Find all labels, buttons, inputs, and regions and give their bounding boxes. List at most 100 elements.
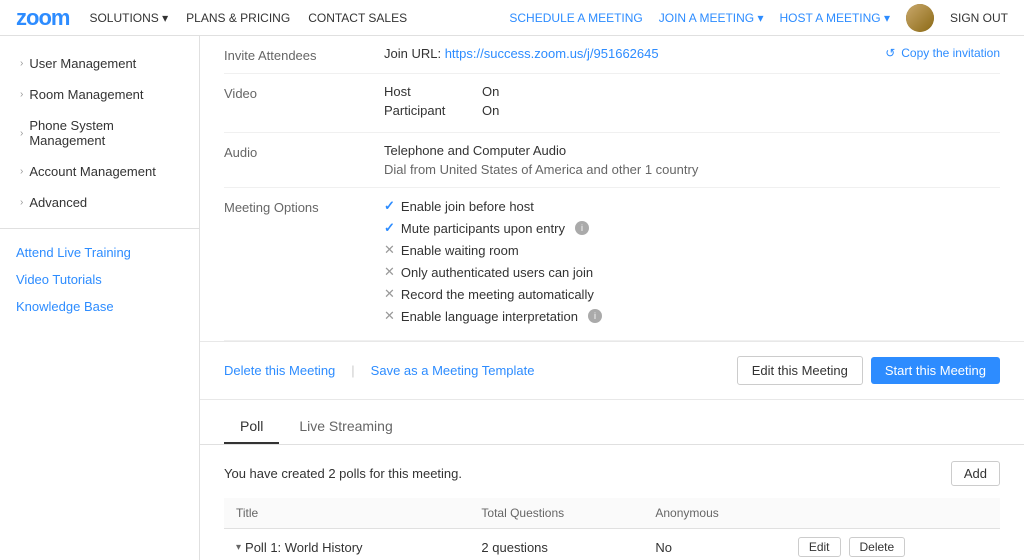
- chevron-icon: ›: [20, 89, 23, 100]
- poll-chevron-icon: ▾: [236, 542, 241, 553]
- nav-solutions[interactable]: SOLUTIONS ▾: [89, 11, 168, 25]
- tab-poll-label: Poll: [240, 418, 263, 434]
- audio-row: Audio Telephone and Computer Audio Dial …: [224, 133, 1000, 188]
- option-row-4: ✕ Record the meeting automatically: [384, 286, 1000, 302]
- audio-label: Audio: [224, 143, 384, 160]
- tab-live-streaming[interactable]: Live Streaming: [283, 408, 408, 444]
- poll-title-label: ▾ Poll 1: World History: [236, 540, 457, 555]
- chevron-icon: ›: [20, 166, 23, 177]
- participant-label: Participant: [384, 103, 474, 118]
- poll-table-body: ▾ Poll 1: World History 2 questions No E…: [224, 529, 1000, 560]
- copy-icon: ↺: [885, 46, 895, 60]
- chevron-icon: ›: [20, 58, 23, 69]
- col-title: Title: [224, 498, 469, 529]
- nav-host-meeting[interactable]: HOST A MEETING ▾: [779, 11, 890, 25]
- nav-schedule-meeting[interactable]: SCHEDULE A MEETING: [509, 11, 642, 25]
- edit-meeting-button[interactable]: Edit this Meeting: [737, 356, 863, 385]
- poll-title-text: Poll 1: World History: [245, 540, 363, 555]
- separator: |: [351, 363, 354, 378]
- nav-join-meeting[interactable]: JOIN A MEETING ▾: [659, 11, 764, 25]
- info-icon-1[interactable]: i: [575, 221, 589, 235]
- join-url-container: Join URL: https://success.zoom.us/j/9516…: [384, 46, 885, 61]
- host-value: On: [482, 84, 499, 99]
- host-video-row: Host On: [384, 84, 1000, 99]
- top-nav: zoom SOLUTIONS ▾ PLANS & PRICING CONTACT…: [0, 0, 1024, 36]
- join-url-prefix: Join URL:: [384, 46, 445, 61]
- video-label: Video: [224, 84, 384, 101]
- option-row-5: ✕ Enable language interpretation i: [384, 308, 1000, 324]
- meeting-options-values: ✓ Enable join before host ✓ Mute partici…: [384, 198, 1000, 330]
- video-row: Video Host On Participant On: [224, 74, 1000, 133]
- col-actions: [786, 498, 1000, 529]
- sidebar-label: Room Management: [29, 87, 143, 102]
- poll-delete-button[interactable]: Delete: [849, 537, 906, 557]
- meeting-details-table: Invite Attendees Join URL: https://succe…: [200, 36, 1024, 341]
- sidebar-link-live-training[interactable]: Attend Live Training: [0, 239, 199, 266]
- option-label-4: Record the meeting automatically: [401, 287, 594, 302]
- tab-poll[interactable]: Poll: [224, 408, 279, 444]
- option-label-1: Mute participants upon entry: [401, 221, 565, 236]
- info-icon-5[interactable]: i: [588, 309, 602, 323]
- sidebar-item-user-management[interactable]: › User Management: [0, 48, 199, 79]
- meeting-options-row: Meeting Options ✓ Enable join before hos…: [224, 188, 1000, 341]
- dial-from: Dial from United States of America and o…: [384, 162, 1000, 177]
- invite-attendees-row: Invite Attendees Join URL: https://succe…: [224, 36, 1000, 74]
- option-row-2: ✕ Enable waiting room: [384, 242, 1000, 258]
- meeting-options-label: Meeting Options: [224, 198, 384, 215]
- tab-live-streaming-label: Live Streaming: [299, 418, 392, 434]
- nav-links: SOLUTIONS ▾ PLANS & PRICING CONTACT SALE…: [89, 11, 407, 25]
- main-content: Invite Attendees Join URL: https://succe…: [200, 36, 1024, 560]
- save-template-button[interactable]: Save as a Meeting Template: [371, 363, 535, 378]
- sidebar-item-room-management[interactable]: › Room Management: [0, 79, 199, 110]
- nav-plans-pricing[interactable]: PLANS & PRICING: [186, 11, 290, 25]
- sign-out-button[interactable]: SIGN OUT: [950, 11, 1008, 25]
- poll-row-actions: Edit Delete: [798, 537, 988, 557]
- audio-type: Telephone and Computer Audio: [384, 143, 1000, 158]
- sidebar-label: User Management: [29, 56, 136, 71]
- x-icon-4: ✕: [384, 286, 395, 302]
- poll-row-0: ▾ Poll 1: World History 2 questions No E…: [224, 529, 1000, 560]
- avatar[interactable]: [906, 4, 934, 32]
- poll-title-cell: ▾ Poll 1: World History: [224, 529, 469, 560]
- sidebar-label: Advanced: [29, 195, 87, 210]
- copy-invitation-button[interactable]: ↺ Copy the invitation: [885, 46, 1000, 60]
- option-row-0: ✓ Enable join before host: [384, 198, 1000, 214]
- option-label-0: Enable join before host: [401, 199, 534, 214]
- option-label-2: Enable waiting room: [401, 243, 519, 258]
- option-row-3: ✕ Only authenticated users can join: [384, 264, 1000, 280]
- sidebar-link-video-tutorials[interactable]: Video Tutorials: [0, 266, 199, 293]
- add-poll-button[interactable]: Add: [951, 461, 1000, 486]
- participant-value: On: [482, 103, 499, 118]
- sidebar-item-account-management[interactable]: › Account Management: [0, 156, 199, 187]
- poll-anonymous-cell: No: [643, 529, 785, 560]
- option-row-1: ✓ Mute participants upon entry i: [384, 220, 1000, 236]
- poll-table-head: Title Total Questions Anonymous: [224, 498, 1000, 529]
- col-anonymous: Anonymous: [643, 498, 785, 529]
- sidebar-label: Phone System Management: [29, 118, 183, 148]
- start-meeting-button[interactable]: Start this Meeting: [871, 357, 1000, 384]
- option-label-5: Enable language interpretation: [401, 309, 578, 324]
- poll-table-header-row: Title Total Questions Anonymous: [224, 498, 1000, 529]
- sidebar-item-phone-system[interactable]: › Phone System Management: [0, 110, 199, 156]
- join-url-link[interactable]: https://success.zoom.us/j/951662645: [445, 46, 659, 61]
- sidebar-link-knowledge-base[interactable]: Knowledge Base: [0, 293, 199, 320]
- poll-table: Title Total Questions Anonymous ▾ Poll 1…: [224, 498, 1000, 560]
- copy-invitation-label: Copy the invitation: [901, 46, 1000, 60]
- chevron-icon: ›: [20, 197, 23, 208]
- zoom-logo[interactable]: zoom: [16, 5, 69, 31]
- x-icon-5: ✕: [384, 308, 395, 324]
- x-icon-3: ✕: [384, 264, 395, 280]
- poll-edit-button[interactable]: Edit: [798, 537, 841, 557]
- check-icon-0: ✓: [384, 198, 395, 214]
- delete-meeting-button[interactable]: Delete this Meeting: [224, 363, 335, 378]
- poll-actions-cell: Edit Delete: [786, 529, 1000, 560]
- audio-value: Telephone and Computer Audio Dial from U…: [384, 143, 1000, 177]
- main-layout: › User Management › Room Management › Ph…: [0, 36, 1024, 560]
- chevron-icon: ›: [20, 128, 23, 139]
- sidebar-item-advanced[interactable]: › Advanced: [0, 187, 199, 218]
- nav-contact-sales[interactable]: CONTACT SALES: [308, 11, 407, 25]
- video-value: Host On Participant On: [384, 84, 1000, 122]
- sidebar: › User Management › Room Management › Ph…: [0, 36, 200, 560]
- host-label: Host: [384, 84, 474, 99]
- poll-header: You have created 2 polls for this meetin…: [224, 461, 1000, 486]
